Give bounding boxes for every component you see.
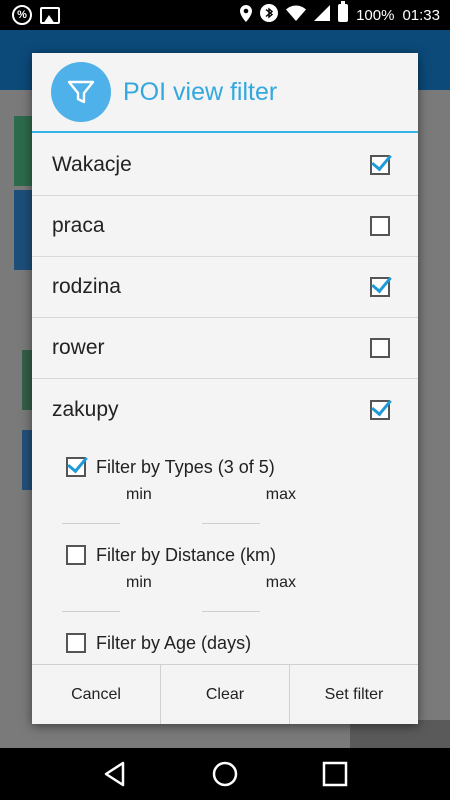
distance-range: min max	[32, 570, 418, 616]
image-icon	[40, 6, 60, 24]
types-range: min max	[32, 482, 418, 528]
distance-max-input[interactable]	[201, 590, 260, 612]
category-checkbox[interactable]	[370, 338, 390, 358]
category-label: rodzina	[52, 275, 121, 298]
filter-distance-checkbox[interactable]	[66, 545, 86, 565]
background-element	[14, 116, 34, 186]
filter-age-label: Filter by Age (days)	[96, 632, 252, 653]
distance-min-input[interactable]	[62, 590, 120, 612]
filter-types-checkbox[interactable]	[66, 457, 86, 477]
percent-icon: %	[12, 5, 32, 25]
filter-by-age[interactable]: Filter by Age (days)	[32, 628, 418, 658]
filter-by-distance[interactable]: Filter by Distance (km)	[32, 540, 418, 570]
bluetooth-icon	[260, 4, 279, 26]
cancel-button[interactable]: Cancel	[32, 665, 161, 724]
category-label: rower	[52, 336, 105, 359]
dialog-button-bar: Cancel Clear Set filter	[32, 664, 418, 724]
set-filter-button[interactable]: Set filter	[290, 665, 418, 724]
background-element	[350, 720, 450, 748]
back-icon[interactable]	[95, 754, 135, 794]
max-label: max	[265, 486, 297, 503]
category-checkbox[interactable]	[370, 216, 390, 236]
category-checkbox[interactable]	[370, 399, 390, 420]
home-icon[interactable]	[205, 754, 245, 794]
wifi-icon	[286, 5, 307, 25]
battery-percent: 100%	[356, 6, 395, 24]
types-min-input[interactable]	[62, 502, 120, 524]
category-checkbox[interactable]	[370, 277, 390, 297]
dialog-header: POI view filter	[32, 53, 418, 133]
dialog-title: POI view filter	[123, 77, 278, 106]
recents-icon[interactable]	[315, 754, 355, 794]
filter-by-types[interactable]: Filter by Types (3 of 5)	[32, 452, 418, 482]
category-row-wakacje[interactable]: Wakacje	[32, 135, 418, 196]
min-label: min	[126, 486, 152, 503]
status-bar: % 100% 01:33	[0, 0, 450, 30]
category-row-zakupy[interactable]: zakupy	[32, 379, 418, 440]
location-icon	[240, 4, 253, 26]
min-label: min	[126, 574, 152, 591]
category-row-rodzina[interactable]: rodzina	[32, 257, 418, 318]
filter-types-label: Filter by Types (3 of 5)	[96, 456, 275, 477]
dialog-body[interactable]: Wakacje praca rodzina rower zakupy Filte…	[32, 135, 418, 663]
filter-icon	[51, 62, 111, 122]
filter-age-checkbox[interactable]	[66, 633, 86, 653]
category-row-praca[interactable]: praca	[32, 196, 418, 257]
background-element	[14, 190, 34, 270]
filter-distance-label: Filter by Distance (km)	[96, 544, 277, 565]
poi-filter-dialog: POI view filter Wakacje praca rodzina ro…	[32, 53, 418, 724]
clear-button[interactable]: Clear	[161, 665, 290, 724]
category-label: praca	[52, 214, 105, 237]
clock: 01:33	[402, 6, 440, 24]
category-label: zakupy	[52, 397, 119, 421]
battery-icon	[338, 1, 349, 26]
navigation-bar	[0, 748, 450, 800]
signal-icon	[314, 5, 331, 25]
max-label: max	[265, 574, 297, 591]
types-max-input[interactable]	[201, 502, 260, 524]
category-row-rower[interactable]: rower	[32, 318, 418, 379]
category-checkbox[interactable]	[370, 155, 390, 175]
category-label: Wakacje	[52, 153, 132, 176]
